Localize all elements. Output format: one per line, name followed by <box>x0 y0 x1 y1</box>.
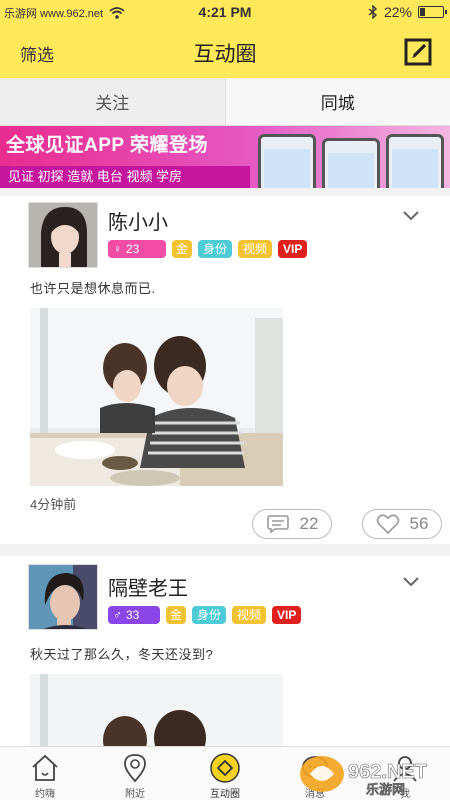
comment-icon <box>266 515 289 534</box>
post-card[interactable]: 陈小小 ♀ 23 金 身份 视频 VIP 也许只是想休息而已. 4分钟前 22 … <box>0 196 450 544</box>
location-icon <box>124 754 146 783</box>
like-button[interactable]: 56 <box>362 509 442 539</box>
avatar[interactable] <box>28 564 98 630</box>
tab-nearby[interactable]: 附近 <box>90 747 180 800</box>
edit-icon[interactable] <box>404 38 432 66</box>
chevron-down-icon[interactable] <box>402 210 420 222</box>
banner-title: 全球见证APP 荣耀登场 <box>6 135 209 156</box>
banner-subtitle: 见证 初探 造就 电台 视频 学房 <box>0 166 250 188</box>
badge-row: ♀ 23 金 身份 视频 VIP <box>108 240 308 258</box>
gold-badge: 金 <box>172 240 192 258</box>
username[interactable]: 陈小小 <box>108 206 168 235</box>
bluetooth-icon <box>368 5 377 19</box>
phone-image <box>386 134 444 188</box>
chevron-down-icon[interactable] <box>402 576 420 588</box>
post-text: 秋天过了那么久，冬天还没到? <box>30 647 214 662</box>
page-title: 互动圈 <box>193 43 257 66</box>
age-label: 23 <box>126 242 140 256</box>
tab-label: 互动圈 <box>210 789 240 800</box>
gender-age-badge: ♀ 23 <box>108 240 166 258</box>
identity-badge: 身份 <box>192 606 227 624</box>
post-text: 也许只是想休息而已. <box>30 281 156 296</box>
tab-same-city[interactable]: 同城 <box>225 78 450 125</box>
phone-image <box>322 138 380 188</box>
svg-text:962.NET: 962.NET <box>348 761 427 783</box>
age-label: 33 <box>126 608 140 622</box>
svg-text:乐游网: 乐游网 <box>366 782 405 797</box>
vip-badge: VIP <box>272 606 302 624</box>
username[interactable]: 隔壁老王 <box>108 572 188 601</box>
tab-interaction[interactable]: 互动圈 <box>180 747 270 800</box>
video-badge: 视频 <box>238 240 273 258</box>
battery-icon <box>418 6 447 18</box>
female-icon: ♀ <box>113 242 122 256</box>
promo-banner[interactable]: 全球见证APP 荣耀登场 见证 初探 造就 电台 视频 学房 <box>0 126 450 188</box>
home-icon <box>32 754 58 781</box>
like-count: 56 <box>409 514 429 533</box>
gender-age-badge: ♂ 33 <box>108 606 160 624</box>
gold-badge: 金 <box>166 606 186 624</box>
segment-tabs: 关注 同城 <box>0 78 450 126</box>
tab-label: 约嗨 <box>35 789 55 800</box>
heart-icon <box>376 514 399 535</box>
battery-percent: 22% <box>383 4 412 20</box>
tab-home[interactable]: 约嗨 <box>0 747 90 800</box>
male-icon: ♂ <box>113 608 122 622</box>
video-badge: 视频 <box>232 606 267 624</box>
tab-follow[interactable]: 关注 <box>0 78 226 125</box>
nav-bar: 筛选 互动圈 <box>0 26 450 78</box>
watermark-logo: 962.NET 乐游网 <box>300 756 427 797</box>
comment-count: 22 <box>299 514 319 533</box>
interaction-icon <box>210 753 240 783</box>
phone-image <box>258 134 316 188</box>
tab-label: 附近 <box>125 789 145 800</box>
avatar[interactable] <box>28 202 98 268</box>
post-time: 4分钟前 <box>30 497 77 512</box>
post-card[interactable]: 隔壁老王 ♂ 33 金 身份 视频 VIP 秋天过了那么久，冬天还没到? <box>0 556 450 746</box>
identity-badge: 身份 <box>198 240 233 258</box>
comment-button[interactable]: 22 <box>252 509 332 539</box>
status-bar: 乐游网 www.962.net 4:21 PM 22% <box>0 0 450 26</box>
badge-row: ♂ 33 金 身份 视频 VIP <box>108 606 302 624</box>
post-image[interactable] <box>30 674 283 746</box>
vip-badge: VIP <box>278 240 308 258</box>
post-image[interactable] <box>30 308 283 486</box>
